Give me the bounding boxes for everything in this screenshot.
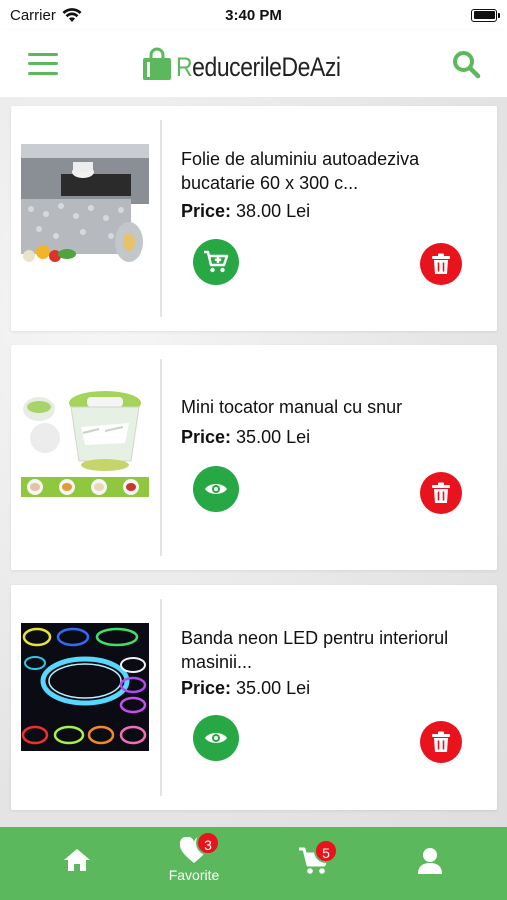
logo-letter: R	[175, 51, 193, 82]
eye-icon	[205, 484, 227, 494]
product-price: Price: 35.00 Lei	[181, 678, 310, 699]
eye-icon	[205, 733, 227, 743]
product-list[interactable]: Folie de aluminiu autoadeziva bucatarie …	[0, 97, 507, 827]
wifi-icon	[62, 7, 82, 22]
price-label: Price:	[181, 678, 232, 698]
price-label: Price:	[181, 201, 232, 221]
add-to-cart-button[interactable]	[193, 239, 239, 285]
product-image-aluminum-foil[interactable]	[21, 144, 149, 272]
battery-icon	[471, 8, 500, 22]
logo-word: educerileDeAzi	[191, 51, 341, 82]
favorite-count-badge: 3	[196, 831, 220, 855]
delete-button[interactable]	[420, 721, 462, 763]
tab-home[interactable]	[27, 827, 127, 900]
delete-button[interactable]	[420, 472, 462, 514]
status-bar: Carrier 3:40 PM	[0, 0, 507, 30]
product-price: Price: 35.00 Lei	[181, 427, 310, 448]
card-divider	[160, 599, 162, 796]
cart-add-icon	[204, 250, 229, 273]
shopping-bag-logo-icon	[142, 47, 171, 80]
view-product-button[interactable]	[193, 466, 239, 512]
search-icon[interactable]	[451, 49, 481, 79]
price-label: Price:	[181, 427, 232, 447]
trash-icon	[432, 482, 450, 503]
bottom-nav: Favorite 3 5	[0, 827, 507, 900]
tab-cart[interactable]: 5	[264, 827, 364, 900]
app-logo[interactable]: ReducerileDeAzi	[140, 47, 370, 81]
tab-profile[interactable]	[380, 827, 480, 900]
hamburger-menu-icon[interactable]	[28, 52, 58, 75]
card-divider	[160, 120, 162, 317]
trash-icon	[432, 731, 450, 752]
product-price: Price: 38.00 Lei	[181, 201, 310, 222]
tab-favorite-label: Favorite	[168, 867, 220, 883]
product-card[interactable]: Folie de aluminiu autoadeziva bucatarie …	[11, 106, 497, 331]
home-icon	[64, 849, 90, 871]
status-left: Carrier	[10, 7, 82, 24]
view-product-button[interactable]	[193, 715, 239, 761]
trash-icon	[432, 253, 450, 274]
cart-count-badge: 5	[314, 839, 338, 863]
product-title[interactable]: Banda neon LED pentru interiorul masinii…	[181, 626, 471, 674]
product-card[interactable]: Banda neon LED pentru interiorul masinii…	[11, 585, 497, 810]
logo-text: ReducerileDeAzi	[175, 51, 341, 82]
product-title[interactable]: Mini tocator manual cu snur	[181, 395, 471, 419]
app-header: ReducerileDeAzi	[0, 30, 507, 97]
price-value: 35.00 Lei	[236, 427, 311, 447]
price-value: 38.00 Lei	[236, 201, 311, 221]
user-icon	[418, 848, 442, 874]
carrier-label: Carrier	[10, 6, 56, 24]
card-divider	[160, 359, 162, 556]
product-card[interactable]: Mini tocator manual cu snur Price: 35.00…	[11, 345, 497, 570]
product-title[interactable]: Folie de aluminiu autoadeziva bucatarie …	[181, 147, 471, 195]
price-value: 35.00 Lei	[236, 678, 311, 698]
product-image-mini-chopper[interactable]	[21, 383, 149, 511]
product-image-neon-led[interactable]	[21, 623, 149, 751]
delete-button[interactable]	[420, 243, 462, 285]
tab-favorite[interactable]: Favorite 3	[144, 827, 244, 900]
